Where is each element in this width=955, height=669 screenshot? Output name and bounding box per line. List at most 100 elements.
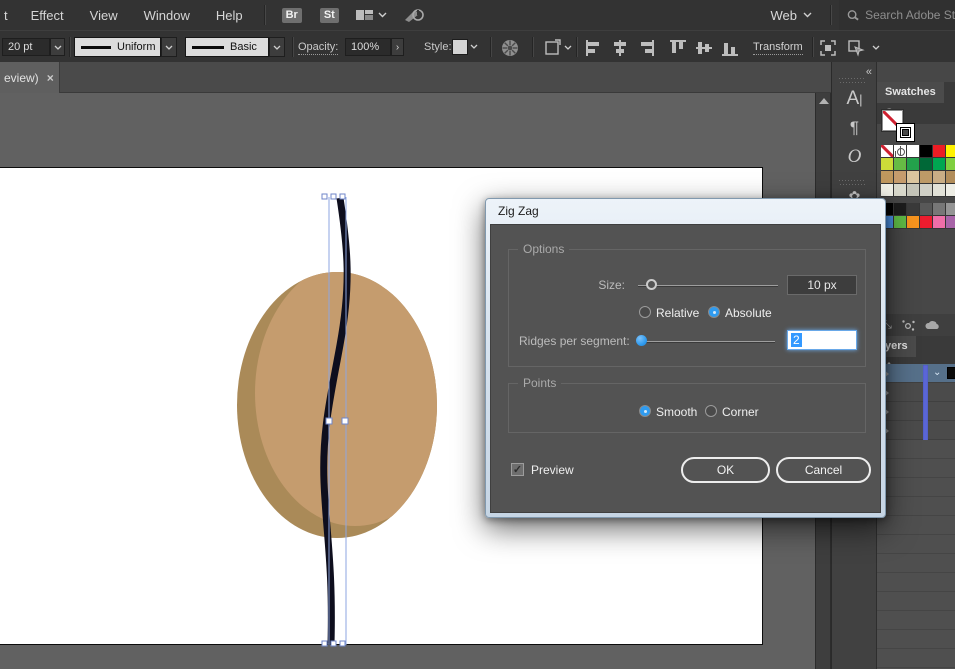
swatch[interactable] (894, 203, 907, 216)
absolute-radio[interactable] (708, 306, 720, 318)
brush-dropdown-button[interactable] (269, 37, 285, 57)
swatch[interactable] (933, 158, 946, 171)
swatch[interactable] (920, 203, 933, 216)
preview-label[interactable]: Preview (531, 463, 574, 477)
absolute-radio-label[interactable]: Absolute (725, 306, 772, 320)
node-link-icon[interactable] (902, 320, 915, 331)
swatch[interactable] (946, 216, 955, 229)
swatch[interactable] (881, 184, 894, 197)
swatch[interactable] (907, 203, 920, 216)
document-tab[interactable]: eview) × (0, 62, 60, 93)
swatch[interactable] (907, 184, 920, 197)
swatch[interactable] (933, 145, 946, 158)
dialog-title[interactable]: Zig Zag (486, 199, 885, 224)
recolor-artwork-icon[interactable] (500, 38, 520, 58)
swatch[interactable] (907, 158, 920, 171)
menu-item-window[interactable]: Window (131, 8, 203, 23)
layer-row[interactable] (877, 383, 955, 402)
stroke-weight-field[interactable]: 20 pt (2, 38, 50, 56)
swatch[interactable] (894, 171, 907, 184)
opacity-link[interactable]: Opacity: (298, 41, 338, 55)
opacity-field[interactable]: 100% (345, 38, 391, 56)
shape-properties-icon[interactable] (818, 38, 838, 58)
width-profile-select[interactable]: Uniform (74, 37, 161, 57)
workspace-switcher-button[interactable] (356, 8, 387, 22)
swatch[interactable] (920, 216, 933, 229)
isolate-object-icon[interactable] (846, 38, 866, 58)
collapse-panels-icon[interactable]: « (866, 66, 870, 78)
character-panel-icon[interactable]: A| (832, 88, 877, 110)
layer-row[interactable] (877, 402, 955, 421)
bridge-button[interactable]: Br (282, 8, 302, 23)
cloud-icon[interactable] (925, 320, 941, 330)
swatch[interactable] (881, 158, 894, 171)
align-top-icon[interactable] (668, 38, 688, 58)
layer-row[interactable] (877, 421, 955, 440)
ok-button[interactable]: OK (681, 457, 770, 483)
swatch[interactable] (907, 171, 920, 184)
paragraph-panel-icon[interactable]: ¶ (832, 118, 877, 138)
ridges-value-field[interactable]: 2 (787, 330, 857, 350)
swatch[interactable] (907, 145, 920, 158)
smooth-radio-label[interactable]: Smooth (656, 405, 697, 419)
swatch[interactable] (920, 158, 933, 171)
menu-item-view[interactable]: View (77, 8, 131, 23)
transform-link[interactable]: Transform (753, 41, 803, 55)
swatch[interactable] (946, 171, 955, 184)
swatch[interactable] (881, 145, 894, 158)
preview-checkbox[interactable]: ✓ (511, 463, 524, 476)
align-right-icon[interactable] (636, 38, 656, 58)
more-options-dropdown[interactable] (872, 45, 880, 50)
ridges-slider-track[interactable] (638, 341, 775, 342)
stroke-swatch[interactable] (896, 123, 915, 142)
swatch[interactable] (920, 171, 933, 184)
touch-workspace-button[interactable] (403, 6, 425, 24)
size-slider-track[interactable] (638, 285, 778, 286)
graphic-style-swatch[interactable] (452, 39, 468, 55)
scroll-up-arrow-icon[interactable] (819, 98, 829, 104)
swatch[interactable] (946, 203, 955, 216)
corner-radio-label[interactable]: Corner (722, 405, 759, 419)
swatch[interactable] (894, 216, 907, 229)
width-profile-dropdown-button[interactable] (161, 37, 177, 57)
size-value-field[interactable]: 10 px (787, 275, 857, 295)
document-setup-icon[interactable] (543, 38, 563, 58)
swatch[interactable] (933, 171, 946, 184)
style-dropdown-button[interactable] (470, 44, 478, 49)
brush-definition-select[interactable]: Basic (185, 37, 269, 57)
swatch[interactable] (881, 171, 894, 184)
align-center-horizontal-icon[interactable] (610, 38, 630, 58)
swatch[interactable] (920, 184, 933, 197)
relative-radio-label[interactable]: Relative (656, 306, 699, 320)
stock-button[interactable]: St (320, 8, 339, 23)
menu-item-truncated[interactable]: t (0, 8, 18, 23)
document-setup-dropdown[interactable] (564, 45, 572, 50)
align-bottom-icon[interactable] (720, 38, 740, 58)
size-slider-handle[interactable] (646, 279, 657, 290)
swatch[interactable] (946, 145, 955, 158)
swatch[interactable] (933, 216, 946, 229)
swatch[interactable] (920, 145, 933, 158)
swatch[interactable] (933, 203, 946, 216)
panel-grip[interactable] (839, 180, 865, 185)
fill-stroke-indicator[interactable] (882, 110, 922, 146)
align-center-vertical-icon[interactable] (694, 38, 714, 58)
swatch[interactable] (946, 184, 955, 197)
relative-radio[interactable] (639, 306, 651, 318)
cancel-button[interactable]: Cancel (776, 457, 871, 483)
opacity-stepper[interactable]: › (391, 38, 404, 56)
chevron-down-icon[interactable]: ⌄ (933, 367, 941, 378)
menu-item-help[interactable]: Help (203, 8, 256, 23)
menu-item-effect[interactable]: Effect (18, 8, 77, 23)
corner-radio[interactable] (705, 405, 717, 417)
stroke-weight-dropdown-button[interactable] (50, 38, 65, 56)
opentype-panel-icon[interactable]: O (832, 146, 877, 168)
ridges-slider-handle[interactable] (636, 335, 647, 346)
layer-thumbnail[interactable] (947, 367, 955, 379)
swatch[interactable] (933, 184, 946, 197)
close-icon[interactable]: × (47, 71, 54, 85)
layer-row[interactable]: ⌄ (877, 364, 955, 383)
swatch[interactable] (907, 216, 920, 229)
smooth-radio[interactable] (639, 405, 651, 417)
swatch[interactable] (946, 158, 955, 171)
